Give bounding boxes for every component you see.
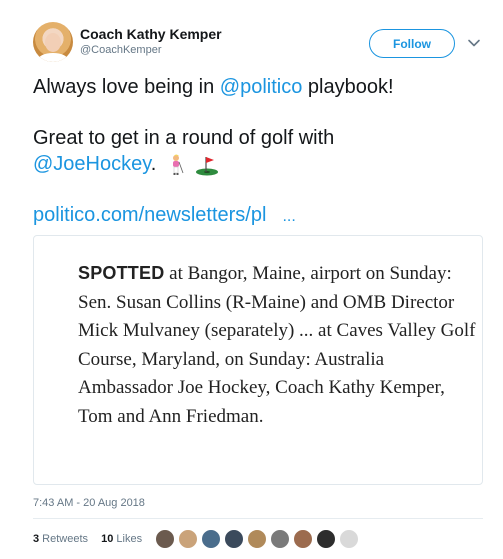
author-avatar[interactable]: [33, 22, 73, 62]
mention-joehockey[interactable]: @JoeHockey: [33, 153, 151, 175]
golfer-icon: [172, 154, 184, 175]
tweet-text-line-1: Always love being in @politico playbook!: [33, 74, 394, 100]
author-name[interactable]: Coach Kathy Kemper: [80, 26, 222, 42]
tweet-timestamp[interactable]: 7:43 AM - 20 Aug 2018: [33, 497, 145, 509]
divider: [33, 518, 483, 519]
tweet-link-line: politico.com/newsletters/pl...: [33, 202, 296, 230]
link-ellipsis: ...: [282, 208, 296, 225]
liker-avatar[interactable]: [178, 529, 198, 549]
tweet-text: playbook!: [302, 76, 394, 98]
liker-avatar[interactable]: [316, 529, 336, 549]
mention-politico[interactable]: @politico: [220, 76, 303, 98]
retweets-label: Retweets: [39, 533, 89, 545]
media-card[interactable]: SPOTTED at Bangor, Maine, airport on Sun…: [33, 235, 483, 485]
likers-avatars: [155, 529, 375, 551]
tweet-text-line-2: Great to get in a round of golf with: [33, 127, 335, 149]
author-handle[interactable]: @CoachKemper: [80, 44, 161, 56]
liker-avatar[interactable]: [201, 529, 221, 549]
avatar-face: [45, 33, 61, 52]
liker-avatar[interactable]: [224, 529, 244, 549]
retweets-stat[interactable]: 3 Retweets: [33, 533, 88, 545]
liker-avatar[interactable]: [339, 529, 359, 549]
follow-button[interactable]: Follow: [369, 29, 455, 58]
tweet-text: .: [150, 153, 157, 175]
politico-link[interactable]: politico.com/newsletters/pl: [33, 204, 266, 226]
liker-avatar[interactable]: [247, 529, 267, 549]
card-lead: SPOTTED: [78, 263, 165, 283]
tweet: Coach Kathy Kemper @CoachKemper Follow A…: [0, 0, 503, 559]
tweet-text-line-3: @JoeHockey.: [33, 151, 219, 177]
liker-avatar[interactable]: [270, 529, 290, 549]
tweet-header: Coach Kathy Kemper @CoachKemper Follow: [33, 22, 493, 66]
card-text: SPOTTED at Bangor, Maine, airport on Sun…: [78, 259, 478, 431]
chevron-down-icon[interactable]: [467, 36, 481, 50]
likes-count: 10: [101, 533, 114, 545]
avatar-shirt: [38, 53, 68, 62]
tweet-text: Always love being in: [33, 76, 220, 98]
card-body: at Bangor, Maine, airport on Sunday: Sen…: [78, 263, 476, 427]
flag-in-hole-icon: [196, 156, 219, 176]
likes-stat[interactable]: 10 Likes: [101, 533, 142, 545]
likes-label: Likes: [113, 533, 143, 545]
tweet-stats: 3 Retweets 10 Likes: [33, 533, 152, 551]
liker-avatar[interactable]: [155, 529, 175, 549]
liker-avatar[interactable]: [293, 529, 313, 549]
